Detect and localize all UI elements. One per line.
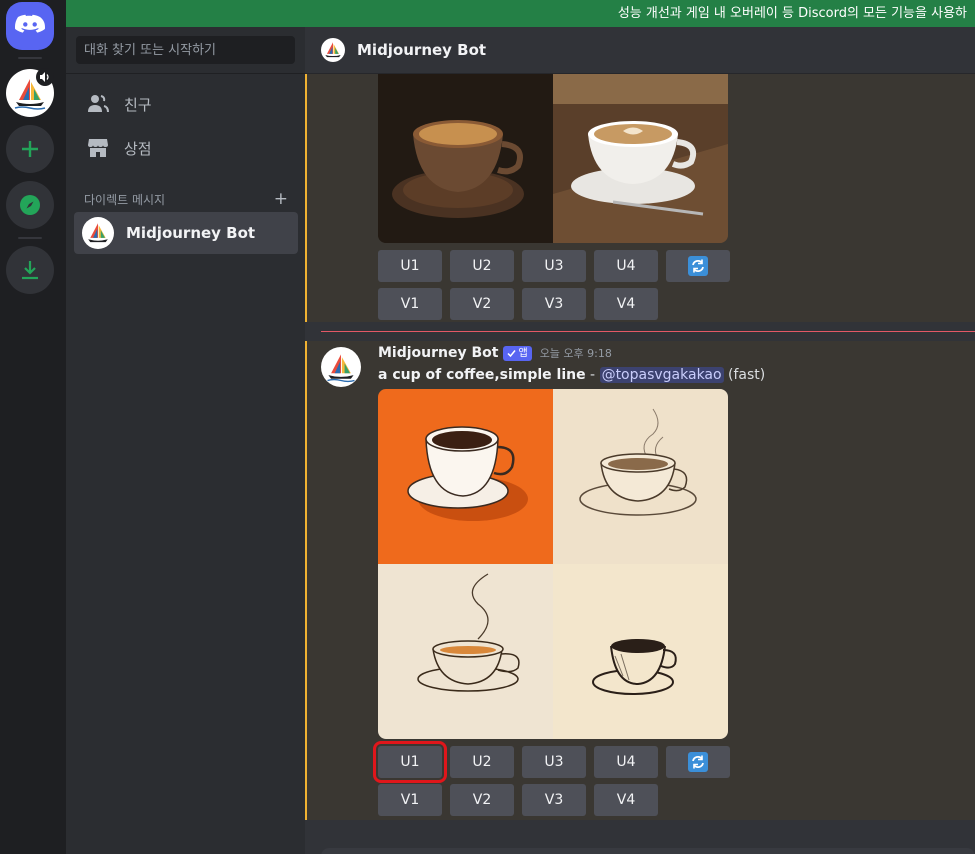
compass-icon <box>20 195 40 215</box>
shop-icon <box>86 136 110 160</box>
dm-header-label: 다이렉트 메시지 <box>84 192 166 207</box>
image-tile[interactable] <box>378 389 553 564</box>
upscale-button[interactable]: U4 <box>594 250 658 282</box>
avatar[interactable] <box>321 347 361 387</box>
plus-icon <box>22 141 38 157</box>
upscale-button-row: U1 U2 U3 U4 <box>373 741 730 783</box>
upscale-button-u4[interactable]: U4 <box>594 746 658 778</box>
upscale-button[interactable]: U1 <box>378 250 442 282</box>
download-apps-button[interactable] <box>6 246 54 294</box>
checkmark-icon <box>507 349 517 357</box>
image-tile[interactable] <box>553 389 728 564</box>
variation-button[interactable]: V1 <box>378 288 442 320</box>
separator-text: - <box>585 367 600 383</box>
message-content: a cup of coffee,simple line - @topasvgak… <box>378 367 765 383</box>
update-banner: 성능 개선과 게임 내 오버레이 등 Discord의 모든 기능을 사용하 <box>66 0 975 27</box>
dm-item-midjourney-bot[interactable]: Midjourney Bot <box>74 212 298 254</box>
sidebar-item-label: 친구 <box>124 95 152 114</box>
new-messages-divider <box>321 331 975 332</box>
explore-servers-button[interactable] <box>6 181 54 229</box>
variation-button[interactable]: V4 <box>594 288 658 320</box>
image-tile[interactable] <box>553 564 728 739</box>
friends-icon <box>86 92 110 116</box>
variation-button-row: V1 V2 V3 V4 <box>378 288 658 320</box>
avatar <box>82 217 114 249</box>
image-tile[interactable] <box>378 74 553 243</box>
image-grid[interactable] <box>378 74 728 243</box>
upscale-button-u2[interactable]: U2 <box>450 746 514 778</box>
author-name[interactable]: Midjourney Bot <box>378 345 498 361</box>
mode-text: (fast) <box>723 367 766 383</box>
upscale-button-u3[interactable]: U3 <box>522 746 586 778</box>
sidebar-item-friends[interactable]: 친구 <box>74 83 298 125</box>
variation-button[interactable]: V2 <box>450 288 514 320</box>
dm-sidebar: 친구 상점 다이렉트 메시지 + Midjourney Bot <box>66 27 305 854</box>
message-header: Midjourney Bot 앱 오늘 오후 9:18 <box>378 345 612 361</box>
chat-area: Midjourney Bot U1 U2 U3 U4 V1 V2 V3 V4 M… <box>305 27 975 854</box>
create-dm-button[interactable]: + <box>274 189 288 209</box>
variation-button-row: V1 V2 V3 V4 <box>378 784 658 816</box>
discord-logo-icon <box>15 14 45 33</box>
speaker-icon <box>36 68 54 86</box>
channel-title: Midjourney Bot <box>357 41 487 59</box>
server-rail <box>0 0 66 854</box>
reroll-button[interactable] <box>666 250 730 282</box>
sidebar-item-label: 상점 <box>124 139 152 158</box>
dm-search-container <box>66 27 305 74</box>
upscale-button-u1[interactable]: U1 <box>373 741 447 783</box>
previous-message: U1 U2 U3 U4 V1 V2 V3 V4 <box>305 74 975 322</box>
chat-header: Midjourney Bot <box>305 27 975 74</box>
composer-area <box>305 820 975 854</box>
rail-separator <box>18 57 42 59</box>
bot-message: Midjourney Bot 앱 오늘 오후 9:18 a cup of cof… <box>305 341 975 820</box>
message-timestamp: 오늘 오후 9:18 <box>539 347 612 360</box>
upscale-button[interactable]: U2 <box>450 250 514 282</box>
avatar <box>321 38 345 62</box>
app-badge: 앱 <box>503 345 532 361</box>
variation-button-v1[interactable]: V1 <box>378 784 442 816</box>
variation-button-v2[interactable]: V2 <box>450 784 514 816</box>
discord-home-button[interactable] <box>6 2 54 50</box>
upscale-button-row: U1 U2 U3 U4 <box>378 250 730 282</box>
search-input[interactable] <box>76 36 295 64</box>
refresh-icon <box>688 256 708 276</box>
rail-separator <box>18 237 42 239</box>
variation-button-v4[interactable]: V4 <box>594 784 658 816</box>
refresh-icon <box>688 752 708 772</box>
variation-button-v3[interactable]: V3 <box>522 784 586 816</box>
upscale-button[interactable]: U3 <box>522 250 586 282</box>
dm-name: Midjourney Bot <box>126 224 256 242</box>
download-icon <box>22 261 38 280</box>
sidebar-item-shop[interactable]: 상점 <box>74 127 298 169</box>
image-grid[interactable] <box>378 389 728 739</box>
user-mention[interactable]: @topasvgakakao <box>599 367 724 383</box>
image-tile[interactable] <box>378 564 553 739</box>
add-server-button[interactable] <box>6 125 54 173</box>
reroll-button[interactable] <box>666 746 730 778</box>
image-tile[interactable] <box>553 74 728 243</box>
message-composer[interactable] <box>321 848 975 854</box>
dm-section-header: 다이렉트 메시지 + <box>84 189 288 209</box>
variation-button[interactable]: V3 <box>522 288 586 320</box>
badge-label: 앱 <box>518 347 528 359</box>
prompt-text: a cup of coffee,simple line <box>378 367 586 383</box>
